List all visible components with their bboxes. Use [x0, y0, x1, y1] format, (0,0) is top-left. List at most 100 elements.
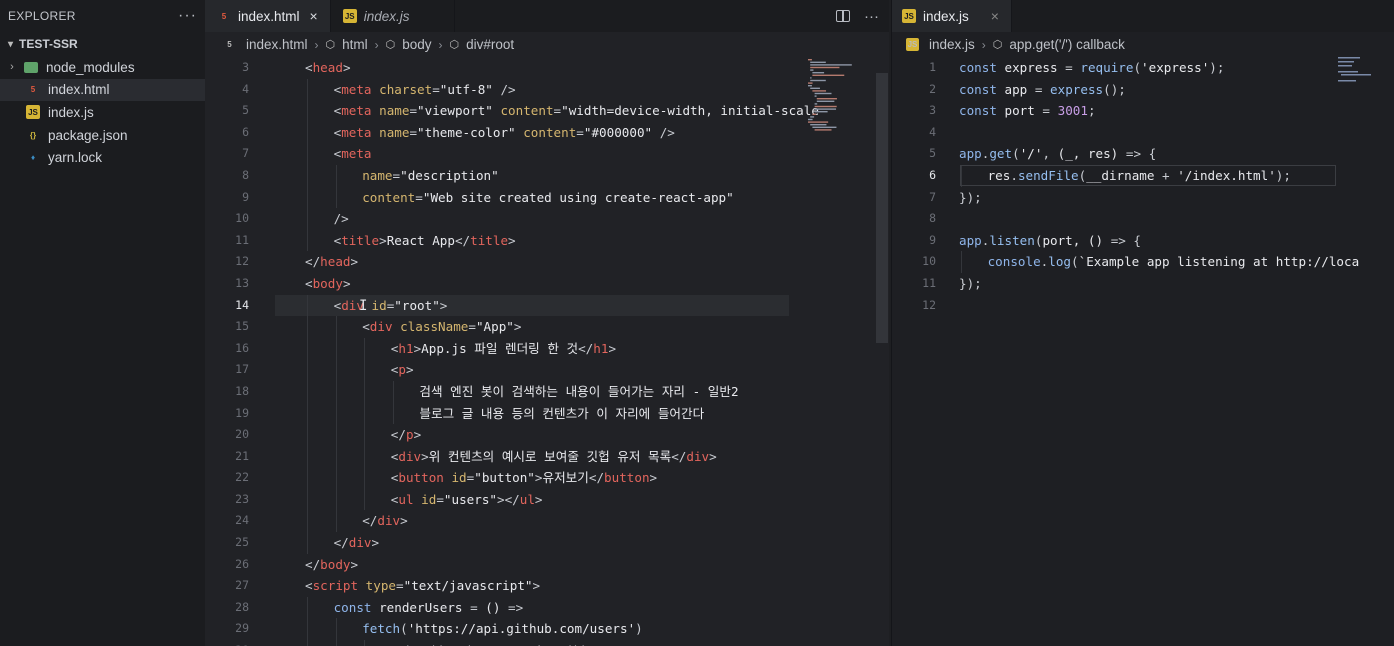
code-editor-left[interactable]: 3 <head> 4 <meta charset="utf-8" /> 5 <meta n…: [205, 57, 889, 646]
code-text: <script type="text/javascript">: [305, 575, 540, 597]
code-token: listen: [989, 232, 1035, 248]
code-line[interactable]: 12: [892, 295, 1394, 317]
line-number: 4: [929, 124, 936, 139]
code-token: div: [686, 448, 710, 464]
breadcrumb-item[interactable]: index.js: [929, 37, 975, 52]
vertical-scrollbar[interactable]: [876, 73, 888, 343]
code-line[interactable]: 9 app.listen(port, () => {: [892, 230, 1394, 252]
code-line[interactable]: 6 <meta name="theme-color" content="#0000…: [205, 121, 889, 144]
code-text: const port = 3001;: [959, 100, 1096, 122]
code-line[interactable]: 10 />: [205, 208, 889, 230]
code-token: <: [305, 578, 313, 594]
code-line[interactable]: 29 fetch('https://api.github.com/users'): [205, 618, 889, 641]
minimap-line: [814, 129, 832, 131]
code-line[interactable]: 24 </div>: [205, 510, 889, 533]
code-token: </: [333, 535, 349, 551]
code-text: 검색 엔진 봇이 검색하는 내용이 들어가는 자리 - 일반2: [419, 381, 738, 403]
more-actions-icon[interactable]: ···: [864, 8, 879, 25]
code-text: <meta charset="utf-8" />: [334, 79, 516, 101]
code-text: 블로그 글 내용 등의 컨텐츠가 이 자리에 들어간다: [419, 403, 704, 425]
breadcrumb-item[interactable]: div#root: [466, 37, 514, 52]
code-text: });: [959, 273, 982, 295]
code-line[interactable]: 25 </div>: [205, 532, 889, 554]
code-line[interactable]: 10 console.log(`Example app listening at …: [892, 251, 1394, 273]
file-tree-label: index.html: [48, 82, 110, 98]
line-number: 7: [929, 189, 936, 204]
file-tree-item[interactable]: JS index.js: [0, 101, 205, 124]
code-line[interactable]: 5 <meta name="viewport" content="width=de…: [205, 100, 889, 122]
file-tree-item[interactable]: 5 index.html: [0, 78, 205, 102]
code-line[interactable]: 28 const renderUsers = () =>: [205, 596, 889, 619]
code-line[interactable]: 8: [892, 208, 1394, 230]
code-token: "theme-color": [417, 124, 516, 140]
code-line[interactable]: 12 </head>: [205, 251, 889, 273]
code-token: h1: [398, 340, 414, 356]
project-root[interactable]: ▾ TEST-SSR: [0, 32, 205, 56]
code-line[interactable]: 17 <p>: [205, 359, 889, 381]
code-line[interactable]: 4 <meta charset="utf-8" />: [205, 78, 889, 101]
code-line[interactable]: 8 name="description": [205, 164, 889, 187]
code-token: div: [348, 535, 372, 551]
code-token: "viewport": [417, 103, 493, 119]
code-line[interactable]: 30 .then((res) => res.json()): [205, 640, 889, 646]
breadcrumb-item[interactable]: html: [342, 37, 368, 52]
minimap[interactable]: [1338, 57, 1388, 87]
file-tree-item[interactable]: › node_modules: [0, 56, 205, 79]
minimap-line: [812, 126, 837, 128]
code-editor-right[interactable]: 1 const express = require('express'); 2 con…: [892, 57, 1394, 646]
indent-guide: [307, 164, 308, 187]
code-line[interactable]: 3 <head>: [205, 57, 889, 79]
code-token: port, (): [1042, 232, 1111, 248]
code-line[interactable]: 22 <button id="button">유저보기</button>: [205, 467, 889, 489]
file-tree-item[interactable]: {} package.json: [0, 124, 205, 147]
code-line[interactable]: 2 const app = express();: [892, 79, 1394, 101]
code-line[interactable]: 16 <h1>App.js 파일 렌더링 한 것</h1>: [205, 337, 889, 360]
minimap[interactable]: [806, 57, 886, 207]
close-icon[interactable]: ×: [310, 8, 318, 24]
code-line[interactable]: 11 <title>React App</title>: [205, 229, 889, 252]
breadcrumb-item[interactable]: app.get('/') callback: [1009, 37, 1124, 52]
breadcrumb-item[interactable]: index.html: [246, 37, 308, 52]
code-text: <meta name="theme-color" content="#00000…: [334, 122, 675, 144]
tab-index-html[interactable]: 5 index.html ×: [205, 0, 331, 32]
chevron-right-icon: ›: [314, 37, 319, 52]
split-editor-icon[interactable]: [836, 10, 850, 22]
code-line[interactable]: 21 <div>위 컨텐츠의 예시로 보여줄 깃헙 유저 목록</div>: [205, 445, 889, 468]
code-line[interactable]: 13 <body>: [205, 273, 889, 295]
code-line[interactable]: 7});: [892, 187, 1394, 209]
file-tree-item[interactable]: ♦ yarn.lock: [0, 146, 205, 169]
minimap-line: [812, 74, 845, 76]
indent-guide: [364, 488, 366, 511]
code-line[interactable]: 4: [892, 122, 1394, 144]
minimap-line: [810, 77, 812, 79]
minimap-line: [810, 69, 814, 71]
explorer-more-icon[interactable]: ···: [178, 7, 197, 25]
tab-index-js-right[interactable]: JS index.js ×: [892, 0, 1012, 32]
code-line[interactable]: 5 app.get('/', (_, res) => {: [892, 143, 1394, 165]
close-icon[interactable]: ×: [991, 8, 999, 24]
code-line[interactable]: 26 </body>: [205, 554, 889, 576]
indent-guide: [335, 359, 337, 381]
line-number: 9: [242, 189, 249, 204]
code-line[interactable]: 9 content="Web site created using create-…: [205, 186, 889, 209]
chevron-right-icon: ›: [374, 37, 379, 52]
code-line[interactable]: 20 </p>: [205, 424, 889, 446]
code-line[interactable]: 19 블로그 글 내용 등의 컨텐츠가 이 자리에 들어간다: [205, 402, 889, 425]
code-token: title: [341, 232, 380, 248]
code-token: "users": [443, 491, 497, 507]
code-line[interactable]: 3 const port = 3001;: [892, 100, 1394, 122]
code-token: app: [996, 81, 1035, 97]
code-token: >: [532, 578, 541, 594]
code-line[interactable]: 1 const express = require('express');: [892, 57, 1394, 79]
tab-index-js[interactable]: JS index.js: [330, 0, 455, 32]
code-line[interactable]: 7 <meta: [205, 143, 889, 165]
code-line[interactable]: 11});: [892, 273, 1394, 295]
minimap-line: [814, 108, 837, 110]
code-token: meta: [341, 81, 372, 97]
code-line[interactable]: 18 검색 엔진 봇이 검색하는 내용이 들어가는 자리 - 일반2: [205, 380, 889, 403]
code-line[interactable]: 27 <script type="text/javascript">: [205, 575, 889, 597]
breadcrumb-item[interactable]: body: [402, 37, 431, 52]
code-line[interactable]: 15 <div className="App">: [205, 316, 889, 338]
code-line[interactable]: 23 <ul id="users"></ul>: [205, 488, 889, 511]
code-line[interactable]: 14 <div id="root">: [235, 294, 789, 317]
